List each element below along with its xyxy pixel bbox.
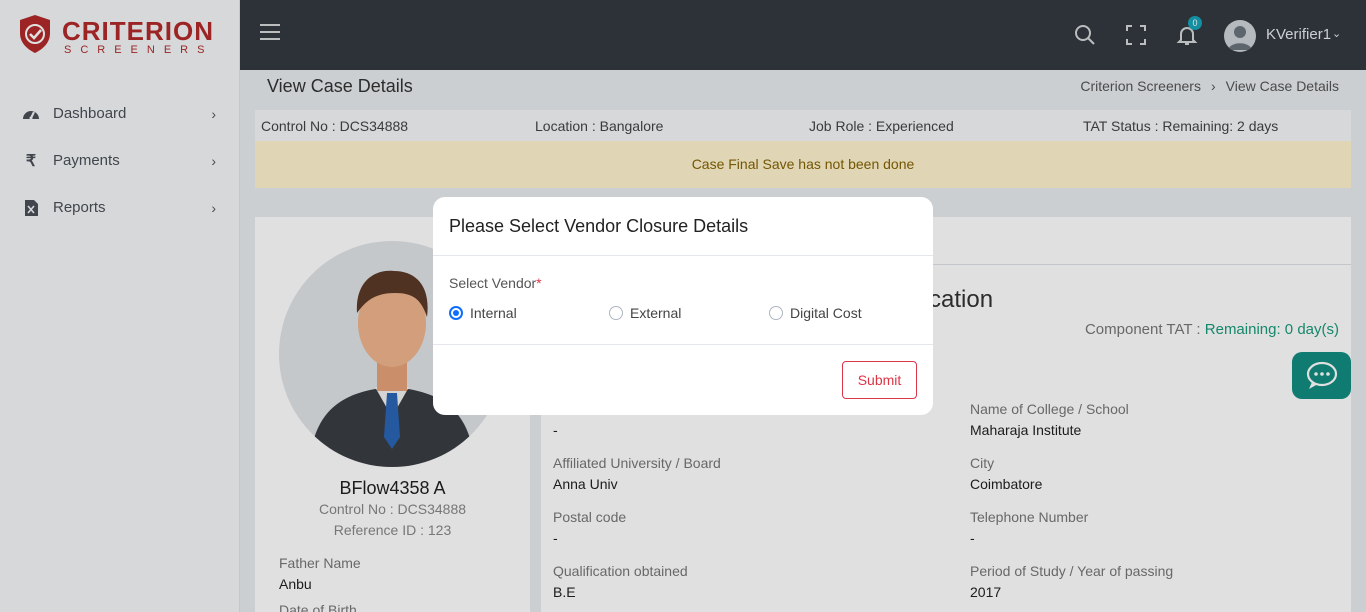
radio-button[interactable]: [609, 306, 623, 320]
radio-button[interactable]: [769, 306, 783, 320]
radio-button[interactable]: [449, 306, 463, 320]
modal-title: Please Select Vendor Closure Details: [449, 216, 749, 236]
required-asterisk: *: [536, 275, 542, 291]
modal-header: Please Select Vendor Closure Details: [433, 197, 933, 256]
vendor-option-digital-cost[interactable]: Digital Cost: [769, 303, 862, 323]
select-vendor-label: Select Vendor*: [449, 275, 542, 291]
radio-label: Internal: [470, 305, 517, 321]
select-vendor-label-text: Select Vendor: [449, 275, 537, 291]
submit-button[interactable]: Submit: [842, 361, 917, 399]
radio-label: External: [630, 305, 682, 321]
vendor-option-internal[interactable]: Internal: [449, 303, 517, 323]
vendor-option-external[interactable]: External: [609, 303, 681, 323]
vendor-closure-modal: Please Select Vendor Closure Details Sel…: [433, 197, 933, 415]
radio-label: Digital Cost: [790, 305, 862, 321]
